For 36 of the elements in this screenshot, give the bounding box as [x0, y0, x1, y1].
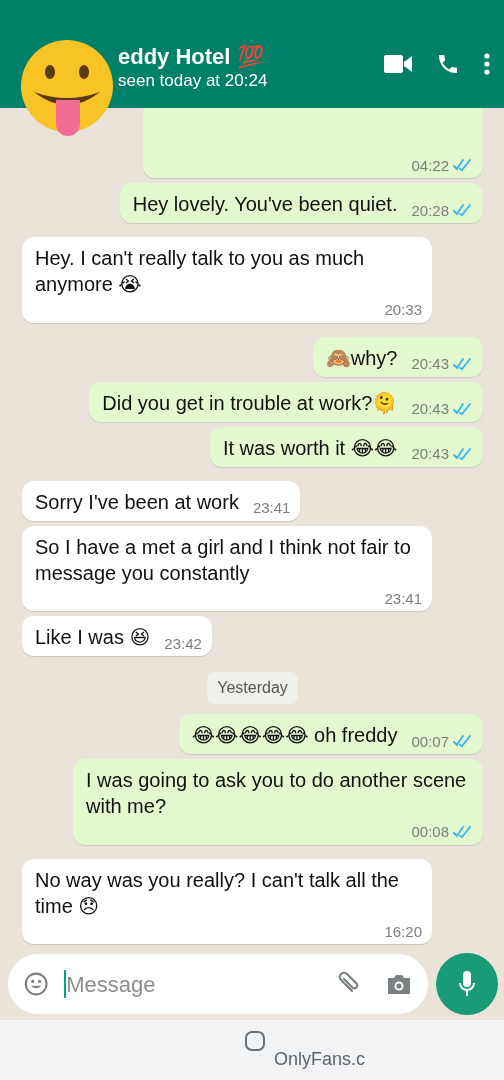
message-text: It was worth it 😂😂 — [222, 435, 398, 461]
message-time: 23:42 — [164, 633, 202, 653]
message-time: 16:20 — [384, 921, 422, 941]
message-time: 23:41 — [252, 498, 291, 518]
message-text: Did you get in trouble at work?🫠 — [102, 390, 398, 416]
video-call-icon[interactable] — [384, 54, 412, 74]
message-time: 04:22 — [411, 155, 449, 175]
text-cursor — [64, 970, 67, 998]
message-time: 20:43 — [411, 354, 449, 374]
message-time: 20:33 — [384, 300, 422, 320]
message-time: 20:43 — [411, 399, 449, 419]
message-time: 20:28 — [411, 200, 449, 220]
message-time: 00:08 — [411, 822, 449, 842]
message-text: So I have a met a girl and I think not fair to message you constantly — [35, 534, 412, 586]
more-options-icon[interactable] — [484, 53, 490, 75]
message-input[interactable]: Message — [66, 967, 316, 1001]
message-text: No way was you really? I can't talk all the time 😞 — [35, 867, 400, 919]
message-text: Hey lovely. You've been quiet. — [132, 192, 398, 217]
message-time: 00:07 — [411, 731, 449, 751]
message-time: 23:41 — [384, 588, 422, 608]
message-time: 20:43 — [411, 444, 449, 464]
emoji-icon[interactable] — [24, 970, 49, 998]
message-text: I was going to ask you to do another scene with me? — [86, 768, 468, 819]
phone-icon[interactable] — [436, 52, 460, 76]
message-text: Like I was 😆 — [35, 625, 151, 650]
message-text: Hey. I can't really talk to you as much anymore 😭 — [35, 246, 366, 297]
tabs-icon[interactable] — [244, 1030, 266, 1052]
url-text[interactable]: OnlyFans.c — [274, 1030, 366, 1073]
camera-icon[interactable] — [386, 973, 412, 995]
last-seen-status: seen today at 20:24 — [118, 70, 269, 93]
message-text: Sorry I've been at work — [35, 489, 239, 515]
message-text: 😂😂😂😂😂 oh freddy — [191, 723, 398, 748]
contact-name[interactable]: eddy Hotel 💯 — [118, 44, 384, 71]
message-text: 🙈why? — [325, 345, 398, 371]
microphone-icon — [458, 970, 476, 998]
message-field[interactable]: Message — [8, 954, 428, 1014]
